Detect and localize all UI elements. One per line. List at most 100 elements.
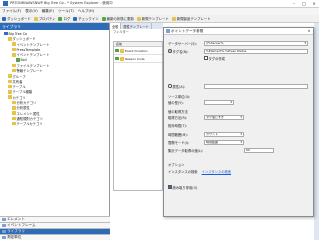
toolbar-button[interactable]: チェックイン bbox=[73, 16, 99, 21]
folder-icon bbox=[12, 116, 16, 121]
tree-node-label: イベントテンプレート bbox=[16, 53, 50, 58]
folder-icon bbox=[8, 74, 12, 78]
tree-node[interactable]: テーブルカテゴリ bbox=[0, 121, 109, 126]
toolbar-button-label: ダッシュボード bbox=[7, 17, 31, 21]
window-titlebar: PRTGNRNAWSNWP Big Tree Co - * System Exp… bbox=[0, 0, 319, 8]
toolbar-button[interactable]: 新規製品テンプレート bbox=[171, 16, 211, 21]
folder-icon bbox=[8, 90, 12, 94]
library-header: ライブラリ bbox=[0, 23, 109, 30]
read-method-select[interactable]: タグ値にすぎ bbox=[204, 114, 244, 120]
toolbar-button-label: 新規テンプレート bbox=[141, 17, 169, 21]
menu-item[interactable]: ファイル(F) bbox=[2, 9, 21, 14]
nav-pane-button[interactable]: 測定単位 bbox=[0, 234, 110, 240]
nav-pane-label: イベントフレーム bbox=[7, 223, 36, 227]
toolbar-button[interactable]: ダッシュボード bbox=[2, 16, 31, 21]
close-icon[interactable]: × bbox=[305, 29, 313, 33]
readonly-checkbox[interactable] bbox=[168, 185, 172, 189]
toolbar-icon bbox=[73, 16, 78, 21]
tree-node-label: 共有者 bbox=[12, 79, 23, 84]
folder-icon bbox=[12, 42, 16, 46]
minimize-icon[interactable]: – bbox=[289, 1, 299, 6]
toolbar-button[interactable]: ログ bbox=[58, 16, 70, 21]
toolbar-button-label: チェックイン bbox=[78, 17, 99, 21]
tag-input[interactable]: %Element%.%Press Status bbox=[204, 48, 308, 54]
tree-node-label: カテゴリ bbox=[12, 95, 26, 100]
menu-item[interactable]: 編集(E) bbox=[42, 9, 54, 14]
folder-icon bbox=[12, 63, 16, 68]
menu-item[interactable]: ツール(T) bbox=[58, 9, 74, 14]
tag-create-checkbox[interactable] bbox=[204, 56, 208, 60]
toolbar-button-label: 新規製品テンプレート bbox=[176, 17, 211, 21]
tree-node-label: ファイルテンプレート bbox=[16, 63, 50, 68]
list-item[interactable]: Event Duration bbox=[114, 47, 162, 55]
tree-node-label: ダッシュボード bbox=[12, 37, 36, 42]
filter-label: フィルター bbox=[113, 30, 129, 34]
tree-node-label: エレメント属性 bbox=[16, 111, 40, 116]
checkmark-icon bbox=[115, 48, 119, 53]
pane-icon bbox=[2, 229, 6, 234]
options-label: オプション bbox=[168, 162, 185, 167]
library-panel: ライブラリ Big Tree Co ダッシュボード イベントテンプレート PressT… bbox=[0, 23, 110, 240]
close-icon[interactable]: × bbox=[309, 1, 319, 6]
dialog-titlebar: ポイントデータ参照 × bbox=[164, 28, 313, 35]
tag-radio[interactable] bbox=[168, 49, 172, 53]
time-range-select[interactable]: カウント bbox=[204, 131, 244, 137]
folder-icon bbox=[4, 31, 8, 36]
toolbar-button[interactable]: 新規テンプレート bbox=[136, 16, 169, 21]
toolbar-icon bbox=[101, 16, 106, 21]
list-item[interactable]: Reason Code bbox=[114, 55, 162, 63]
toolbar-icon bbox=[136, 16, 141, 21]
tree-node-label: PressTemplate bbox=[16, 47, 41, 52]
value-type-select[interactable] bbox=[204, 99, 234, 105]
folder-icon bbox=[12, 53, 16, 57]
pane-icon bbox=[2, 217, 6, 222]
interval-mode-select[interactable]: 時間範囲 bbox=[204, 139, 244, 145]
nav-pane-label: ライブラリ bbox=[7, 229, 25, 233]
sample-count-input[interactable]: 60 bbox=[244, 147, 274, 153]
toolbar-icon bbox=[58, 16, 63, 21]
instance-search-link[interactable]: インスタンスの検索 bbox=[202, 169, 232, 174]
right-edge-strip bbox=[314, 23, 319, 240]
toolbar-icon bbox=[2, 16, 6, 21]
attribute-input[interactable] bbox=[204, 83, 308, 89]
menu-item[interactable]: 表示(V) bbox=[25, 9, 37, 14]
folder-icon bbox=[12, 47, 16, 52]
read-method-label: 取得方法(R): bbox=[168, 115, 188, 120]
server-select[interactable]: \\%Server% bbox=[204, 40, 308, 46]
toolbar-button-label: ログ bbox=[63, 17, 71, 21]
tree-node-label: テーブルカテゴリ bbox=[16, 122, 43, 127]
toolbar-button-label: プロパティ bbox=[38, 17, 56, 21]
toolbar-icon bbox=[33, 16, 38, 21]
tree-node-label: 警報テンプレート bbox=[16, 69, 43, 74]
attribute-icon bbox=[120, 48, 124, 53]
toolbar-button[interactable]: プロパティ bbox=[33, 16, 56, 21]
list-item-label: Reason Code bbox=[125, 56, 145, 61]
tag-create-row: タグの作成 bbox=[204, 55, 225, 61]
attribute-radio[interactable] bbox=[168, 84, 172, 88]
menu-bar: ファイル(F) 表示(V) 編集(E) ツール(T) ヘルプ(H) bbox=[0, 8, 319, 15]
toolbar: ダッシュボード プロパティ ログ チェックイン 最新の状態に更新 新規テンプレート 新規製品… bbox=[0, 15, 319, 23]
pane-icon bbox=[2, 223, 6, 228]
tree-node-label: イベントテンプレート bbox=[16, 42, 50, 47]
value-type-label: 値の型(Y): bbox=[168, 100, 184, 105]
checkmark-icon bbox=[115, 56, 119, 61]
toolbar-icon bbox=[171, 16, 176, 21]
folder-icon bbox=[8, 37, 12, 41]
tag-row: タグ名(N): bbox=[168, 48, 189, 54]
tree-node-label: テーブル bbox=[12, 85, 26, 90]
navigation-panes: エレメント イベントフレーム ライブラリ 測定単位 bbox=[0, 216, 110, 240]
folder-icon bbox=[8, 79, 12, 84]
sample-count-label: 集計データ取得の値(L): bbox=[168, 148, 204, 153]
menu-item[interactable]: ヘルプ(H) bbox=[78, 9, 94, 14]
relative-time-label: 相対時間(T): bbox=[168, 123, 187, 128]
nav-pane-label: 測定単位 bbox=[7, 235, 22, 239]
library-tree: Big Tree Co ダッシュボード イベントテンプレート PressTemplat… bbox=[0, 30, 109, 127]
folder-icon bbox=[16, 58, 20, 62]
folder-icon bbox=[12, 111, 16, 115]
dialog-app-icon bbox=[166, 29, 170, 33]
window-title: PRTGNRNAWSNWP Big Tree Co - * System Exp… bbox=[10, 1, 113, 5]
toolbar-button[interactable]: 最新の状態に更新 bbox=[101, 16, 134, 21]
attribute-row: 属性(A): bbox=[168, 83, 185, 89]
maximize-icon[interactable]: □ bbox=[299, 1, 309, 6]
folder-icon bbox=[12, 68, 16, 73]
